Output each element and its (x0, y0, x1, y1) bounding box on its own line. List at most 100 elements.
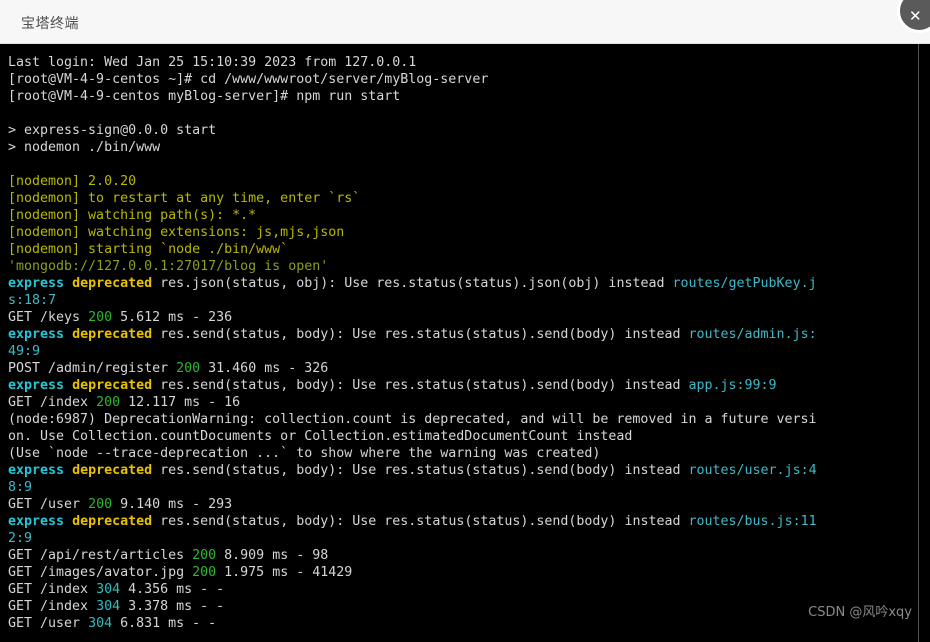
terminal-text-segment: s:18:7 (8, 293, 57, 308)
terminal-line: (node:6987) DeprecationWarning: collecti… (8, 411, 916, 428)
terminal-text-segment: express (8, 514, 65, 529)
terminal-line: [nodemon] starting `node ./bin/www` (8, 241, 916, 258)
terminal-text-segment: 9.140 ms - 293 (112, 497, 233, 512)
terminal-text-segment: 200 (192, 548, 217, 563)
watermark-text: CSDN @风吟xqy (808, 605, 912, 620)
terminal-text-segment: 8:9 (8, 480, 33, 495)
terminal-line: express deprecated res.send(status, body… (8, 326, 916, 343)
terminal-text-segment: POST /admin/register (8, 361, 177, 376)
terminal-text-segment: GET /index (8, 395, 97, 410)
terminal-scrollbar[interactable] (918, 44, 919, 642)
terminal-text-segment: res.send(status, body): Use res.status(s… (152, 378, 689, 393)
terminal-text-segment: express (8, 378, 65, 393)
terminal-line: (Use `node --trace-deprecation ...` to s… (8, 445, 916, 462)
terminal-text-segment: on. Use Collection.countDocuments or Col… (8, 429, 633, 444)
terminal-text-segment: deprecated (72, 327, 153, 342)
terminal-text-segment: 200 (88, 497, 113, 512)
terminal-text-segment: 304 (96, 582, 121, 597)
bt-terminal-window: 宝塔终端 ✕ Last login: Wed Jan 25 15:10:39 2… (0, 0, 930, 642)
terminal-text-segment: GET /api/rest/articles (8, 548, 193, 563)
window-titlebar: 宝塔终端 (0, 0, 930, 44)
window-title: 宝塔终端 (21, 16, 79, 32)
terminal-text-segment: express (8, 327, 65, 342)
terminal-text-segment: deprecated (72, 463, 153, 478)
terminal-text-segment: GET /images/avator.jpg (8, 565, 193, 580)
terminal-text-segment: [nodemon] starting `node ./bin/www` (8, 242, 289, 257)
terminal-text-segment: 2:9 (8, 531, 33, 546)
terminal-line: express deprecated res.send(status, body… (8, 462, 916, 479)
terminal-text-segment: 3.378 ms - - (120, 599, 225, 614)
terminal-text-segment: routes/admin.js: (688, 327, 817, 342)
terminal-line: [nodemon] 2.0.20 (8, 173, 916, 190)
terminal-text-segment: 4.356 ms - - (120, 582, 225, 597)
terminal-text-segment: [root@VM-4-9-centos ~]# cd /www/wwwroot/… (8, 72, 489, 87)
terminal-text-segment: deprecated (72, 276, 153, 291)
terminal-line: > nodemon ./bin/www (8, 139, 916, 156)
terminal-text-segment: res.send(status, body): Use res.status(s… (152, 327, 689, 342)
terminal-line: [nodemon] to restart at any time, enter … (8, 190, 916, 207)
terminal-line: GET /index 304 4.356 ms - - (8, 581, 916, 598)
terminal-text-segment: [nodemon] watching extensions: js,mjs,js… (8, 225, 345, 240)
terminal-text-segment: 200 (176, 361, 201, 376)
terminal-text-segment: GET /user (8, 497, 89, 512)
terminal-text-segment: [nodemon] watching path(s): *.* (8, 208, 257, 223)
terminal-text-segment: (node:6987) DeprecationWarning: collecti… (8, 412, 817, 427)
close-glyph: ✕ (909, 7, 922, 25)
terminal-text-segment: [nodemon] to restart at any time, enter … (8, 191, 361, 206)
terminal-output-pane[interactable]: Last login: Wed Jan 25 15:10:39 2023 fro… (0, 44, 930, 642)
terminal-text-segment: routes/bus.js:11 (688, 514, 817, 529)
terminal-line: express deprecated res.send(status, body… (8, 513, 916, 530)
terminal-text-segment: express (8, 463, 65, 478)
terminal-line: express deprecated res.json(status, obj)… (8, 275, 916, 292)
terminal-line: Last login: Wed Jan 25 15:10:39 2023 fro… (8, 54, 916, 71)
terminal-text-segment: 12.117 ms - 16 (120, 395, 241, 410)
terminal-text-segment: > nodemon ./bin/www (8, 140, 161, 155)
terminal-text-segment: 8.909 ms - 98 (216, 548, 329, 563)
terminal-line: GET /index 200 12.117 ms - 16 (8, 394, 916, 411)
terminal-text-segment: deprecated (72, 378, 153, 393)
terminal-line: [nodemon] watching path(s): *.* (8, 207, 916, 224)
terminal-text-segment: GET /index (8, 582, 97, 597)
terminal-text-segment: express (8, 276, 65, 291)
terminal-text-segment: app.js:99:9 (688, 378, 777, 393)
terminal-line: on. Use Collection.countDocuments or Col… (8, 428, 916, 445)
terminal-text-segment: 1.975 ms - 41429 (216, 565, 353, 580)
terminal-text-segment: routes/getPubKey.j (672, 276, 817, 291)
terminal-line: GET /keys 200 5.612 ms - 236 (8, 309, 916, 326)
terminal-line: [root@VM-4-9-centos ~]# cd /www/wwwroot/… (8, 71, 916, 88)
terminal-text-segment: GET /keys (8, 310, 89, 325)
terminal-line: GET /user 304 6.831 ms - - (8, 615, 916, 632)
terminal-text-segment: deprecated (72, 514, 153, 529)
terminal-line: GET /index 304 3.378 ms - - (8, 598, 916, 615)
terminal-text-segment: [root@VM-4-9-centos myBlog-server]# npm … (8, 89, 401, 104)
terminal-lines: Last login: Wed Jan 25 15:10:39 2023 fro… (8, 54, 916, 632)
terminal-text-segment: res.send(status, body): Use res.status(s… (152, 463, 689, 478)
terminal-line: express deprecated res.send(status, body… (8, 377, 916, 394)
terminal-text-segment: 200 (96, 395, 121, 410)
terminal-line: GET /api/rest/articles 200 8.909 ms - 98 (8, 547, 916, 564)
terminal-text-segment: 6.831 ms - - (112, 616, 217, 631)
terminal-line: 2:9 (8, 530, 916, 547)
terminal-text-segment: 304 (96, 599, 121, 614)
terminal-line: 8:9 (8, 479, 916, 496)
terminal-text-segment: GET /index (8, 599, 97, 614)
terminal-text-segment: routes/user.js:4 (688, 463, 817, 478)
terminal-text-segment: res.send(status, body): Use res.status(s… (152, 514, 689, 529)
terminal-text-segment: 200 (88, 310, 113, 325)
terminal-text-segment: 200 (192, 565, 217, 580)
terminal-text-segment: > express-sign@0.0.0 start (8, 123, 217, 138)
terminal-line: s:18:7 (8, 292, 916, 309)
terminal-line: > express-sign@0.0.0 start (8, 122, 916, 139)
terminal-line: 'mongodb://127.0.0.1:27017/blog is open' (8, 258, 916, 275)
terminal-text-segment: GET /user (8, 616, 89, 631)
terminal-line: 49:9 (8, 343, 916, 360)
terminal-line: [nodemon] watching extensions: js,mjs,js… (8, 224, 916, 241)
terminal-text-segment: [nodemon] 2.0.20 (8, 174, 137, 189)
